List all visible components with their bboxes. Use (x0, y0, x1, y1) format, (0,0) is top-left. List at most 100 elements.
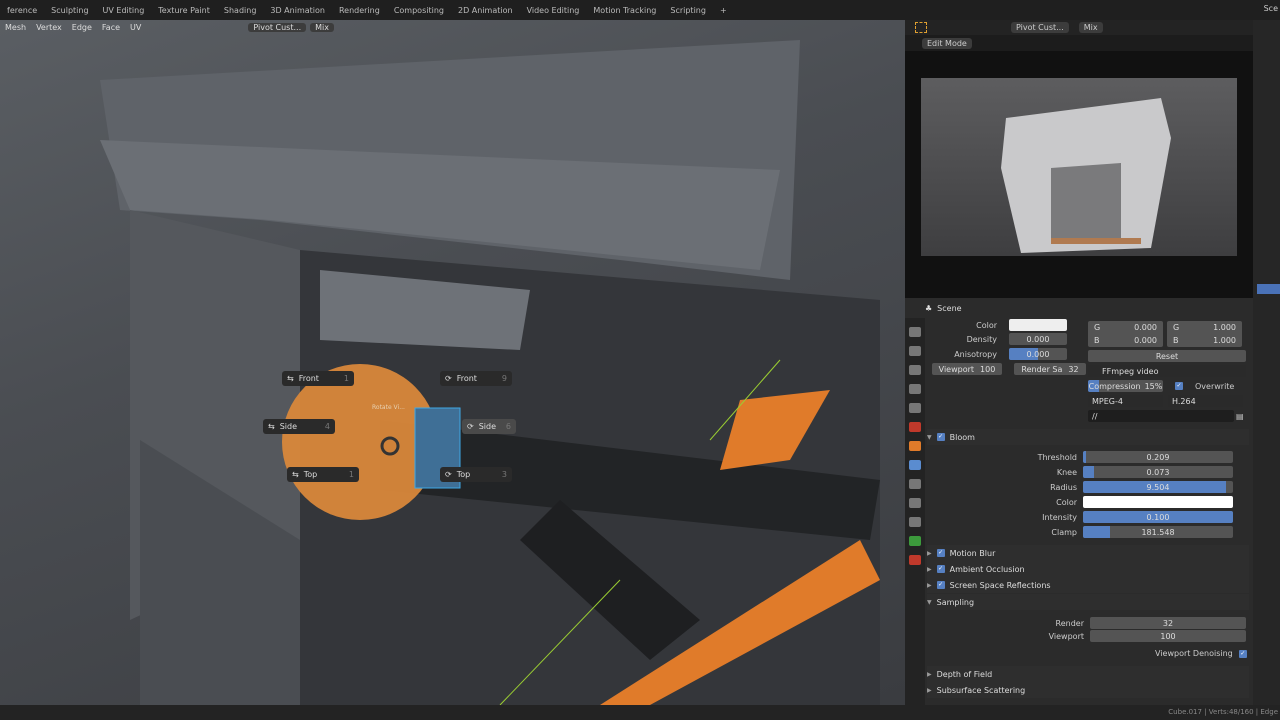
bloom-slider[interactable]: 181.548 (1083, 526, 1233, 538)
menu-edge[interactable]: Edge (67, 23, 97, 32)
compression-slider[interactable]: Compression 15% (1088, 380, 1163, 392)
workspace-tab[interactable]: Shading (217, 6, 264, 15)
workspace-tab[interactable]: ference (0, 6, 44, 15)
denoise-checkbox[interactable]: ✓ (1238, 649, 1247, 658)
render-preview (921, 78, 1237, 256)
workspace-tab[interactable]: 3D Animation (263, 6, 332, 15)
ssr-header[interactable]: ▶ ✓ Screen Space Reflections (927, 577, 1249, 593)
scene-icon: ♣ (925, 304, 933, 313)
workspace-tab[interactable]: 2D Animation (451, 6, 520, 15)
codec-dropdown[interactable]: H.264 (1168, 395, 1243, 407)
bloom-slider[interactable]: 9.504 (1083, 481, 1233, 493)
rotate-icon: ⟳ (467, 422, 474, 431)
bloom-field-row: Color (945, 496, 1233, 508)
view-icon: ⇆ (292, 470, 299, 479)
bloom-field-row: Radius 9.504 (945, 481, 1233, 493)
workspace-tab[interactable]: Sculpting (44, 6, 95, 15)
workspace-tab[interactable]: Motion Tracking (586, 6, 663, 15)
color-gb-max[interactable]: G 1.000 B 1.000 (1167, 321, 1242, 347)
pie-top-left[interactable]: ⇆ Top 1 (287, 467, 359, 482)
viewport-header: Mesh Vertex Edge Face UV Pivot Cust... M… (0, 20, 905, 35)
preview-snap[interactable]: Mix (1078, 22, 1103, 33)
pie-top-right[interactable]: ⟳ Top 3 (440, 467, 512, 482)
properties-tabs[interactable] (905, 318, 925, 705)
bloom-field-row: Threshold 0.209 (945, 451, 1233, 463)
denoise-label: Viewport Denoising (1155, 649, 1233, 658)
bloom-slider[interactable]: 0.100 (1083, 511, 1233, 523)
ambient-occlusion-header[interactable]: ▶ ✓ Ambient Occlusion (927, 561, 1249, 577)
bloom-field-row: Intensity 0.100 (945, 511, 1233, 523)
density-field[interactable]: 0.000 (1009, 333, 1067, 345)
sampling-header[interactable]: ▼ Sampling (927, 594, 1249, 610)
workspace-tab[interactable]: Compositing (387, 6, 451, 15)
scene-geometry (100, 40, 880, 705)
output-path-input[interactable]: // (1088, 410, 1234, 422)
container-dropdown[interactable]: MPEG-4 (1088, 395, 1163, 407)
pie-label: Front (298, 374, 319, 383)
properties-panel: ♣ Scene Color Density 0.000 Anisotropy 0.00… (905, 298, 1253, 705)
bloom-label: Threshold (1037, 452, 1077, 462)
color-label: Color (976, 320, 997, 330)
bloom-label: Clamp (1051, 527, 1077, 537)
preview-viewport[interactable]: Pivot Cust... Mix Edit Mode (905, 20, 1253, 298)
pie-key: 9 (501, 374, 507, 383)
workspace-tab[interactable]: UV Editing (96, 6, 152, 15)
pie-side-right[interactable]: ⟳ Side 6 (462, 419, 516, 434)
color-gb-min[interactable]: G 0.000 B 0.000 (1088, 321, 1163, 347)
pie-front-left[interactable]: ⇆ Front 1 (282, 371, 354, 386)
rotate-icon: ⟳ (445, 374, 452, 383)
pie-front-right[interactable]: ⟳ Front 9 (440, 371, 512, 386)
pie-key: 4 (324, 422, 330, 431)
motion-blur-header[interactable]: ▶ ✓ Motion Blur (927, 545, 1249, 561)
bloom-slider[interactable]: 0.073 (1083, 466, 1233, 478)
viewport-samples-field[interactable]: Viewport 100 (932, 363, 1002, 375)
bloom-panel-header[interactable]: ▼ ✓ Bloom (927, 429, 1249, 445)
properties-header: ♣ Scene (925, 304, 962, 313)
right-editor-strip (1253, 20, 1280, 705)
scene-selector[interactable]: Sce (1264, 4, 1278, 13)
bloom-slider[interactable] (1083, 496, 1233, 508)
menu-face[interactable]: Face (97, 23, 125, 32)
pie-title: Rotate Vi... (372, 404, 405, 411)
pie-label: Top (303, 470, 318, 479)
format-dropdown[interactable]: FFmpeg video (1088, 365, 1246, 377)
bloom-slider[interactable]: 0.209 (1083, 451, 1233, 463)
workspace-tab[interactable]: Video Editing (520, 6, 587, 15)
select-tool-icon[interactable] (915, 22, 927, 33)
bloom-label: Radius (1050, 482, 1077, 492)
view-icon: ⇆ (287, 374, 294, 383)
dof-header[interactable]: ▶ Depth of Field (927, 666, 1249, 682)
color-swatch[interactable] (1009, 319, 1067, 331)
menu-mesh[interactable]: Mesh (0, 23, 31, 32)
snap-dropdown[interactable]: Mix (310, 23, 334, 32)
render-label: Render (1055, 618, 1084, 628)
workspace-tab[interactable]: Scripting (663, 6, 713, 15)
render-samples[interactable]: 32 (1090, 617, 1246, 629)
mode-dropdown[interactable]: Edit Mode (922, 37, 972, 49)
menu-vertex[interactable]: Vertex (31, 23, 67, 32)
pie-side-left[interactable]: ⇆ Side 4 (263, 419, 335, 434)
render-samples-field[interactable]: Render Sa 32 (1014, 363, 1086, 375)
preview-mode-bar: Edit Mode (905, 35, 1253, 51)
pie-label: Side (279, 422, 298, 431)
pie-key: 6 (505, 422, 511, 431)
anisotropy-label: Anisotropy (954, 349, 997, 359)
sss-header[interactable]: ▶ Subsurface Scattering (927, 682, 1249, 698)
3d-viewport[interactable]: Mesh Vertex Edge Face UV Pivot Cust... M… (0, 20, 905, 705)
pie-label: Top (456, 470, 471, 479)
preview-pivot[interactable]: Pivot Cust... (1011, 22, 1069, 33)
pivot-dropdown[interactable]: Pivot Cust... (248, 23, 307, 32)
folder-icon[interactable]: ▤ (1236, 412, 1244, 421)
context-label: Scene (937, 304, 962, 313)
workspace-tab[interactable]: Rendering (332, 6, 387, 15)
viewport-samples[interactable]: 100 (1090, 630, 1246, 642)
bloom-label: Knee (1056, 467, 1077, 477)
reset-button[interactable]: Reset (1088, 350, 1246, 362)
workspace-tab[interactable]: + (713, 6, 734, 15)
workspace-tab[interactable]: Texture Paint (151, 6, 217, 15)
viewport-label: Viewport (1048, 631, 1084, 641)
overwrite-checkbox[interactable]: ✓ (1175, 382, 1183, 390)
menu-uv[interactable]: UV (125, 23, 146, 32)
workspace-tabs: ference Sculpting UV Editing Texture Paint S… (0, 0, 1280, 20)
anisotropy-field[interactable]: 0.000 (1009, 348, 1067, 360)
